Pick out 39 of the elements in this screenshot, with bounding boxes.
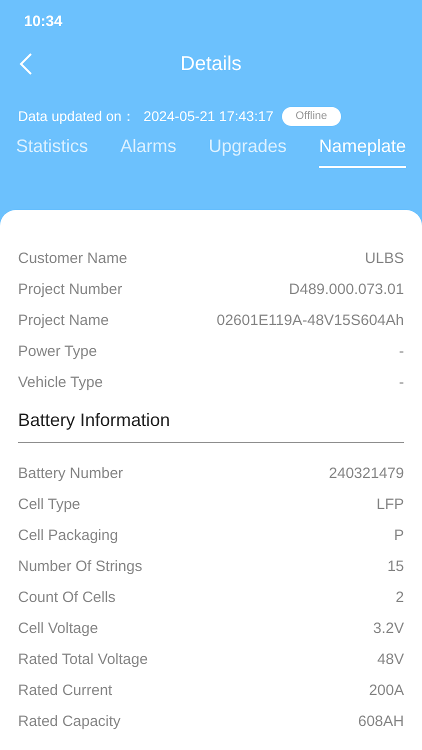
- field-label: Project Name: [18, 311, 109, 332]
- field-value: -: [399, 342, 404, 362]
- field-label: Rated Current: [18, 681, 112, 702]
- field-value: 608AH: [358, 712, 404, 732]
- tab[interactable]: Nameplate: [318, 133, 406, 168]
- field-value: -: [399, 373, 404, 394]
- field-value: 48V: [377, 650, 404, 670]
- field-label: Customer Name: [18, 249, 128, 270]
- field-label: Count Of Cells: [18, 588, 116, 608]
- field-value: 15: [387, 557, 404, 578]
- field-value: P: [394, 526, 404, 546]
- field-label: Battery Number: [18, 464, 124, 484]
- field-label: Number Of Strings: [18, 557, 142, 578]
- field-value: 240321479: [328, 464, 404, 484]
- field-value: 200A: [368, 681, 404, 702]
- field-value: ULBS: [364, 249, 404, 270]
- updated-label: Data updated on：: [18, 107, 136, 126]
- field-value: LFP: [376, 495, 404, 516]
- field-label: Rated Total Voltage: [18, 650, 148, 670]
- field-value: 2: [396, 588, 404, 608]
- tab[interactable]: Alarms: [120, 133, 176, 168]
- page-title: Details: [180, 52, 242, 77]
- status-badge: Offline: [282, 107, 342, 126]
- field-value: 3.2V: [373, 619, 404, 640]
- tab[interactable]: Statistics: [16, 133, 88, 168]
- field-label: Project Number: [18, 280, 122, 300]
- field-label: Rated Capacity: [18, 712, 121, 732]
- section-title: Battery Information: [18, 410, 170, 430]
- field-label: Cell Voltage: [18, 619, 98, 640]
- field-label: Cell Type: [18, 495, 80, 516]
- field-value: 02601E119A-48V15S604Ah: [216, 311, 404, 332]
- field-value: D489.000.073.01: [288, 280, 404, 300]
- field-label: Cell Packaging: [18, 526, 118, 546]
- field-label: Power Type: [18, 342, 97, 362]
- status-time: 10:34: [24, 12, 62, 32]
- back-icon: [19, 52, 33, 76]
- field-label: Vehicle Type: [18, 373, 103, 394]
- updated-time: 2024-05-21 17:43:17: [144, 107, 274, 126]
- tab[interactable]: Upgrades: [208, 133, 287, 168]
